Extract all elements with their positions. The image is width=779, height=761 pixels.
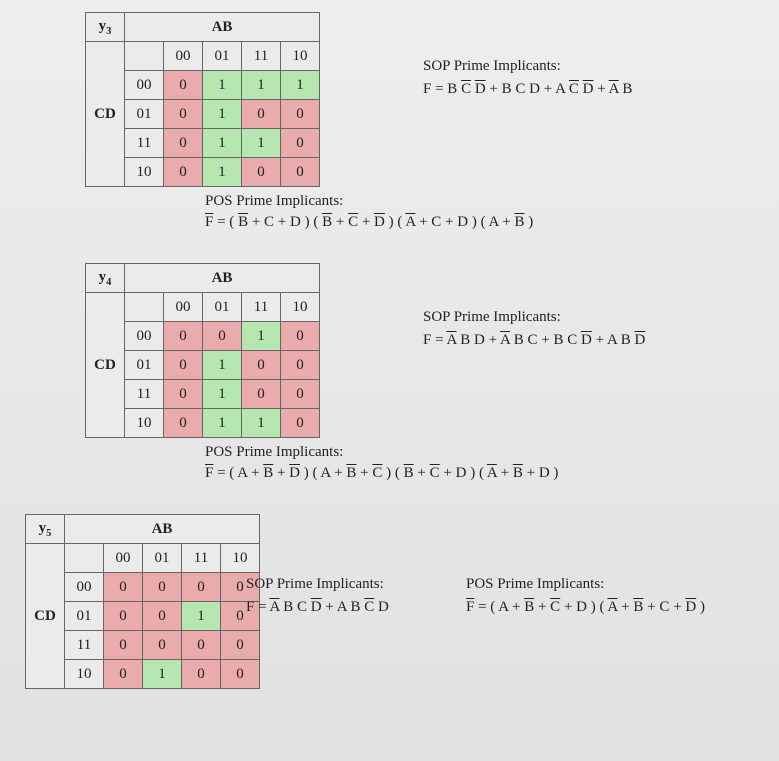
sop-title-y3: SOP Prime Implicants: (423, 58, 632, 75)
kmap-cell: 1 (182, 602, 221, 631)
kmap-cell: 0 (164, 71, 203, 100)
kmap-cell: 0 (104, 631, 143, 660)
kmap-cell: 0 (143, 631, 182, 660)
kmap-cell: 0 (242, 100, 281, 129)
kmap-cell: 0 (281, 322, 320, 351)
pos-eq-y4: F = ( A + B + D ) ( A + B + C ) ( B + C … (205, 465, 765, 482)
kmap-cell: 0 (164, 409, 203, 438)
kmap-cell: 0 (182, 573, 221, 602)
kmap-cell: 0 (164, 158, 203, 187)
kmap-y3-colvar: AB (125, 13, 320, 42)
kmap-cell: 0 (164, 351, 203, 380)
kmap-y5: y5 AB CD 00 01 11 10 000000 010010 11000… (25, 514, 260, 689)
pos-title-y5: POS Prime Implicants: (466, 576, 705, 593)
kmap-cell: 0 (182, 660, 221, 689)
kmap-cell: 0 (104, 573, 143, 602)
kmap-cell: 1 (203, 71, 242, 100)
kmap-cell: 0 (143, 573, 182, 602)
kmap-cell: 0 (221, 631, 260, 660)
kmap-cell: 0 (164, 380, 203, 409)
kmap-y5-colvar: AB (65, 515, 260, 544)
sop-title-y5: SOP Prime Implicants: (246, 576, 389, 593)
kmap-y5-rowvar: CD (26, 544, 65, 689)
kmap-cell: 1 (143, 660, 182, 689)
pos-title-y4: POS Prime Implicants: (205, 444, 765, 461)
kmap-cell: 1 (203, 380, 242, 409)
kmap-cell: 0 (164, 100, 203, 129)
sop-title-y4: SOP Prime Implicants: (423, 309, 645, 326)
pos-eq-y5: F = ( A + B + C + D ) ( A + B + C + D ) (466, 599, 705, 616)
kmap-cell: 0 (143, 602, 182, 631)
kmap-cell: 1 (203, 100, 242, 129)
kmap-y4-colvar: AB (125, 264, 320, 293)
kmap-cell: 0 (221, 660, 260, 689)
kmap-cell: 0 (281, 158, 320, 187)
sop-eq-y4: F = A B D + A B C + B C D + A B D (423, 332, 645, 349)
sop-eq-y3: F = B C D + B C D + A C D + A B (423, 81, 632, 98)
kmap-cell: 0 (164, 129, 203, 158)
kmap-cell: 0 (281, 129, 320, 158)
kmap-y4-rowvar: CD (86, 293, 125, 438)
kmap-cell: 0 (104, 660, 143, 689)
kmap-cell: 0 (104, 602, 143, 631)
kmap-cell: 0 (203, 322, 242, 351)
kmap-y4: y4 AB CD 00 01 11 10 000010 010100 11010… (85, 263, 320, 438)
kmap-cell: 1 (242, 409, 281, 438)
kmap-cell: 1 (203, 129, 242, 158)
kmap-y3-rowvar: CD (86, 42, 125, 187)
kmap-cell: 1 (203, 158, 242, 187)
kmap-cell: 1 (203, 351, 242, 380)
kmap-y5-label: y5 (26, 515, 65, 544)
kmap-cell: 0 (182, 631, 221, 660)
kmap-y3: y3 AB CD 00 01 11 10 00 0 1 1 1 01 0 (85, 12, 320, 187)
pos-eq-y3: F = ( B + C + D ) ( B + C + D ) ( A + C … (205, 214, 755, 231)
kmap-cell: 1 (281, 71, 320, 100)
kmap-cell: 0 (164, 322, 203, 351)
kmap-y4-label: y4 (86, 264, 125, 293)
kmap-cell: 0 (242, 158, 281, 187)
sop-eq-y5: F = A B C D + A B C D (246, 599, 389, 616)
kmap-cell: 0 (281, 351, 320, 380)
kmap-cell: 1 (242, 322, 281, 351)
pos-title-y3: POS Prime Implicants: (205, 193, 755, 210)
kmap-cell: 0 (242, 380, 281, 409)
kmap-cell: 1 (242, 71, 281, 100)
kmap-y3-label: y3 (86, 13, 125, 42)
kmap-cell: 0 (242, 351, 281, 380)
kmap-cell: 1 (203, 409, 242, 438)
kmap-cell: 0 (281, 100, 320, 129)
kmap-cell: 1 (242, 129, 281, 158)
kmap-cell: 0 (281, 380, 320, 409)
kmap-cell: 0 (281, 409, 320, 438)
